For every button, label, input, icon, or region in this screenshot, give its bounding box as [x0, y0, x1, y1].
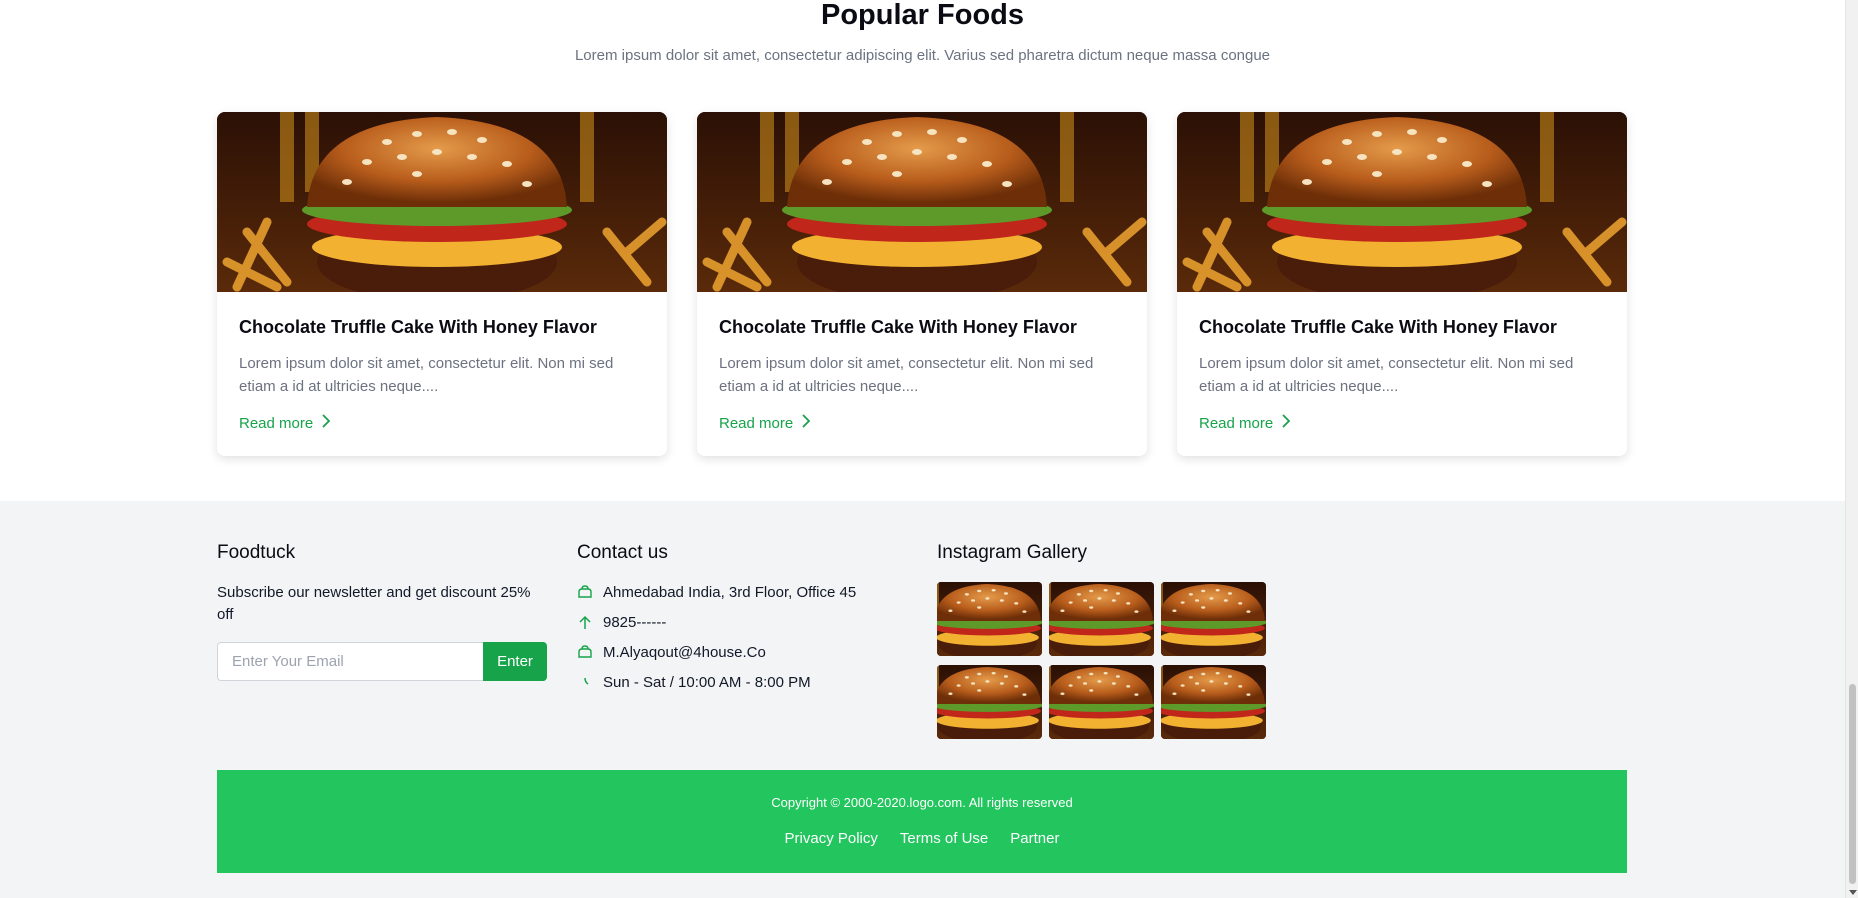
- contact-text: Ahmedabad India, 3rd Floor, Office 45: [603, 584, 857, 601]
- contact-address: Ahmedabad India, 3rd Floor, Office 45: [577, 584, 856, 601]
- read-more-link[interactable]: Read more: [719, 414, 811, 432]
- footer-links: Privacy Policy Terms of Use Partner: [217, 830, 1627, 847]
- contact-text: M.Alyaqout@4house.Co: [603, 644, 766, 661]
- chevron-right-icon: [1281, 414, 1291, 432]
- footer-brand-title: Foodtuck: [217, 542, 296, 563]
- contact-title: Contact us: [577, 542, 668, 563]
- copyright-bar: Copyright © 2000-2020.logo.com. All righ…: [217, 770, 1627, 873]
- burger-image: [217, 112, 667, 292]
- newsletter-text: Subscribe our newsletter and get discoun…: [217, 584, 531, 623]
- contact-text: 9825------: [603, 614, 667, 631]
- chevron-right-icon: [321, 414, 331, 432]
- privacy-policy-link[interactable]: Privacy Policy: [785, 830, 878, 847]
- gallery-image[interactable]: [1161, 665, 1266, 739]
- read-more-label: Read more: [719, 414, 794, 432]
- burger-image: [1177, 112, 1627, 292]
- gallery-image[interactable]: [937, 665, 1042, 739]
- clock-icon: [577, 675, 593, 691]
- contact-hours: Sun - Sat / 10:00 AM - 8:00 PM: [577, 674, 811, 691]
- card-title: Chocolate Truffle Cake With Honey Flavor: [719, 317, 1077, 337]
- card-description: Lorem ipsum dolor sit amet, consectetur …: [1199, 355, 1574, 395]
- contact-phone: 9825------: [577, 614, 666, 631]
- scroll-down-arrow-icon[interactable]: [1849, 890, 1857, 895]
- food-card: Chocolate Truffle Cake With Honey Flavor…: [217, 112, 667, 456]
- card-title: Chocolate Truffle Cake With Honey Flavor: [239, 317, 597, 337]
- read-more-label: Read more: [1199, 414, 1274, 432]
- read-more-link[interactable]: Read more: [239, 414, 331, 432]
- gallery-image[interactable]: [1161, 582, 1266, 656]
- page-scrollbar[interactable]: [1845, 0, 1858, 898]
- copyright-text: Copyright © 2000-2020.logo.com. All righ…: [771, 795, 1073, 810]
- section-subtitle: Lorem ipsum dolor sit amet, consectetur …: [574, 47, 1271, 64]
- enter-button[interactable]: Enter: [483, 642, 547, 681]
- card-description: Lorem ipsum dolor sit amet, consectetur …: [239, 355, 614, 395]
- home-icon: [577, 584, 593, 601]
- gallery-title: Instagram Gallery: [937, 542, 1087, 563]
- contact-email: M.Alyaqout@4house.Co: [577, 644, 766, 661]
- read-more-label: Read more: [239, 414, 314, 432]
- partner-link[interactable]: Partner: [1010, 830, 1059, 847]
- popular-foods-section: Popular Foods Lorem ipsum dolor sit amet…: [0, 0, 1845, 501]
- arrow-up-icon: [577, 615, 593, 631]
- food-card: Chocolate Truffle Cake With Honey Flavor…: [697, 112, 1147, 456]
- card-description: Lorem ipsum dolor sit amet, consectetur …: [719, 355, 1094, 395]
- gallery-image[interactable]: [1049, 665, 1154, 739]
- section-title: Popular Foods: [821, 0, 1024, 31]
- gallery-image[interactable]: [1049, 582, 1154, 656]
- read-more-link[interactable]: Read more: [1199, 414, 1291, 432]
- gallery-image[interactable]: [937, 582, 1042, 656]
- instagram-gallery: [937, 582, 1266, 739]
- scrollbar-thumb[interactable]: [1849, 684, 1856, 884]
- food-card: Chocolate Truffle Cake With Honey Flavor…: [1177, 112, 1627, 456]
- contact-text: Sun - Sat / 10:00 AM - 8:00 PM: [603, 674, 811, 691]
- email-input[interactable]: [217, 642, 483, 681]
- card-title: Chocolate Truffle Cake With Honey Flavor: [1199, 317, 1557, 337]
- terms-of-use-link[interactable]: Terms of Use: [900, 830, 988, 847]
- chevron-right-icon: [801, 414, 811, 432]
- home-icon: [577, 644, 593, 661]
- burger-image: [697, 112, 1147, 292]
